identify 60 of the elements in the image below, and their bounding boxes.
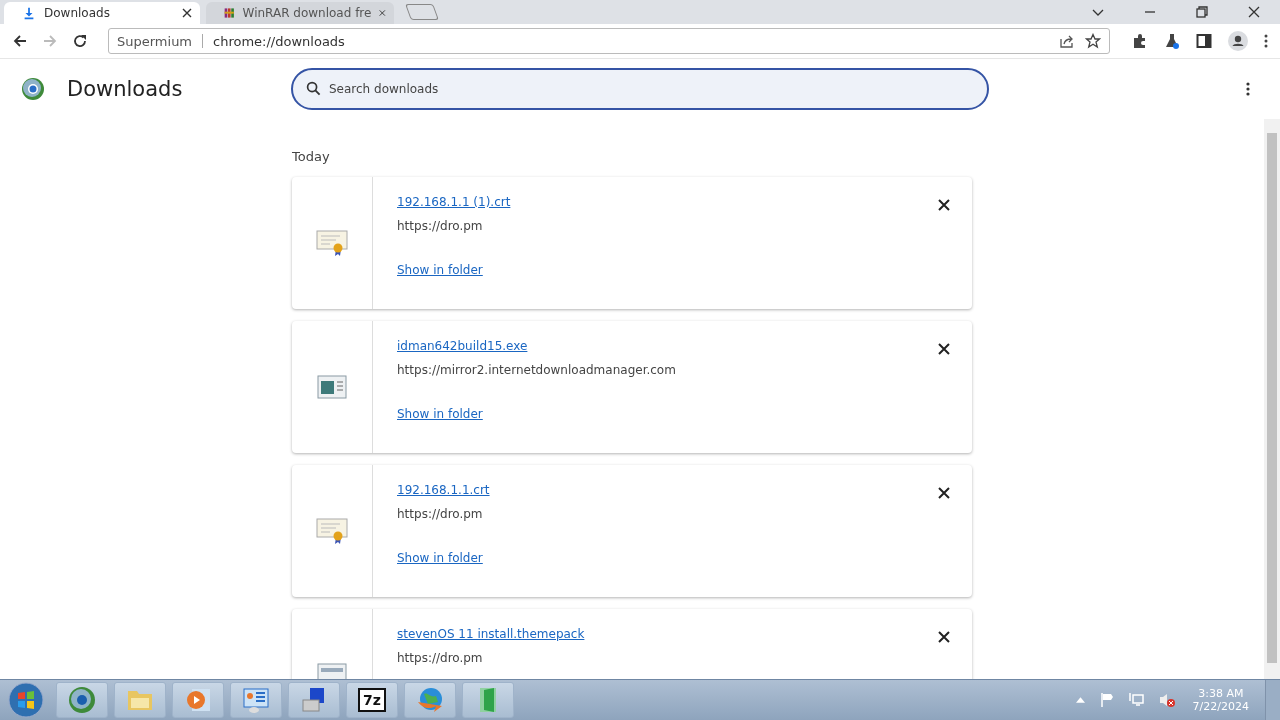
back-icon[interactable] [12, 33, 28, 49]
download-icon [22, 6, 36, 20]
browser-logo-icon [21, 77, 45, 101]
close-icon[interactable] [182, 8, 192, 18]
search-icon [306, 81, 321, 96]
star-icon[interactable] [1085, 33, 1101, 49]
scrollbar[interactable] [1264, 119, 1280, 679]
control-panel-icon [242, 686, 270, 714]
page-title: Downloads [67, 77, 184, 101]
taskbar-button[interactable] [56, 682, 108, 718]
source-url: https://dro.pm [397, 651, 484, 665]
browser-tab[interactable]: Downloads [4, 2, 200, 24]
taskbar-button[interactable]: 7z [346, 682, 398, 718]
taskbar-button[interactable] [288, 682, 340, 718]
source-url: https://dro.pm [397, 219, 484, 233]
flask-icon[interactable] [1164, 33, 1180, 49]
file-name-link[interactable]: 192.168.1.1.crt [397, 483, 490, 497]
file-name-link[interactable]: 192.168.1.1 (1).crt [397, 195, 511, 209]
url-text: chrome://downloads [213, 33, 345, 49]
start-button[interactable] [8, 682, 44, 718]
menu-icon[interactable] [1264, 33, 1268, 49]
remove-icon[interactable] [938, 487, 950, 499]
certificate-icon [316, 229, 348, 257]
muted-speaker-icon[interactable] [1158, 692, 1175, 708]
section-heading: Today [292, 149, 331, 164]
source-url: https://dro.pm [397, 507, 484, 521]
show-in-folder-link[interactable]: Show in folder [397, 407, 483, 421]
show-in-folder-link[interactable]: Show in folder [397, 263, 483, 277]
globe-icon [416, 686, 444, 714]
clock-date: 7/22/2024 [1192, 700, 1249, 713]
remove-icon[interactable] [938, 199, 950, 211]
restore-icon[interactable] [1196, 6, 1208, 18]
avatar-icon[interactable] [1228, 31, 1248, 51]
puzzle-icon[interactable] [1132, 33, 1148, 49]
tab-title: WinRAR download fre [242, 6, 372, 20]
clock-time: 3:38 AM [1198, 687, 1244, 700]
source-url: https://mirror2.internetdownloadmanager.com [397, 363, 677, 377]
taskbar-button[interactable] [230, 682, 282, 718]
archiver-logo: 7z [358, 688, 386, 712]
browser-icon [68, 686, 96, 714]
program-window-icon [317, 375, 347, 399]
reload-icon[interactable] [72, 33, 88, 49]
share-icon[interactable] [1059, 33, 1075, 49]
file-name-link[interactable]: stevenOS 11 install.themepack [397, 627, 585, 641]
search-field[interactable]: Search downloads [291, 68, 989, 110]
certificate-icon [316, 517, 348, 545]
browser-tab[interactable]: WinRAR download fre [206, 2, 394, 24]
remove-icon[interactable] [938, 631, 950, 643]
sidebar-icon[interactable] [1196, 33, 1212, 49]
site-label: Supermium [117, 33, 193, 49]
close-icon[interactable] [1248, 6, 1260, 18]
show-in-folder-link[interactable]: Show in folder [397, 551, 483, 565]
tab-title: Downloads [44, 6, 111, 20]
play-icon [184, 686, 212, 714]
file-name-link[interactable]: idman642build15.exe [397, 339, 528, 353]
address-bar[interactable]: Supermium chrome://downloads [108, 28, 1110, 54]
books-icon [224, 5, 235, 21]
new-tab-button[interactable] [405, 4, 439, 20]
remove-icon[interactable] [938, 343, 950, 355]
more-options-icon[interactable] [1246, 81, 1250, 97]
